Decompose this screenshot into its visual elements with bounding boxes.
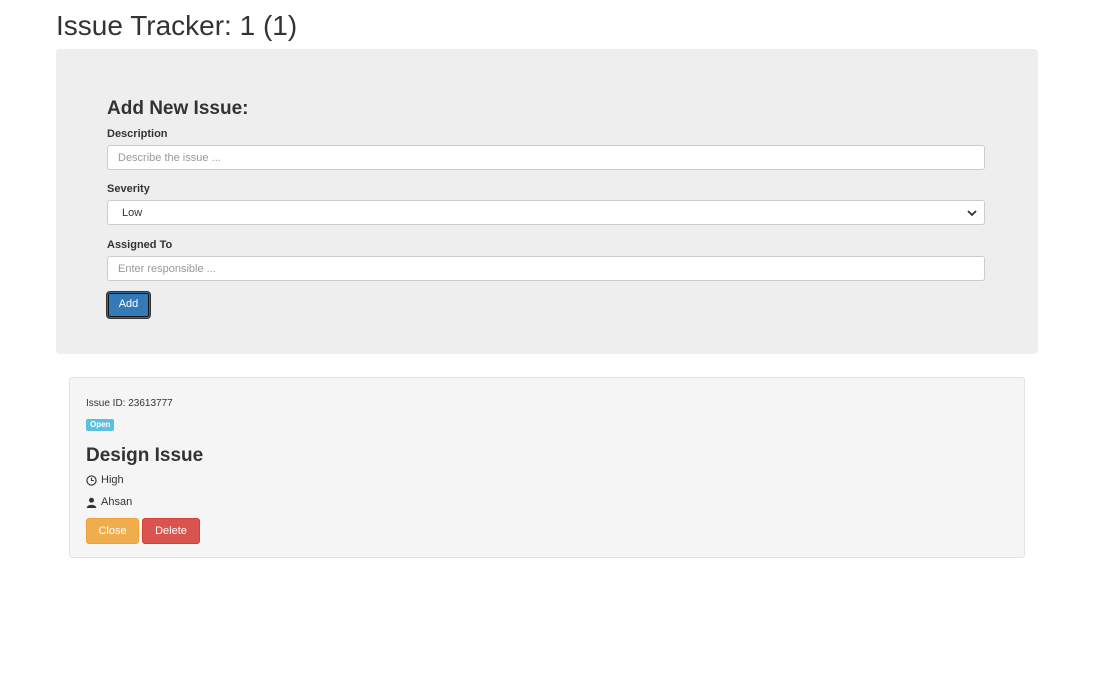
severity-selected-value: Low <box>122 207 143 219</box>
clock-icon <box>86 474 97 486</box>
add-issue-panel: Add New Issue: Description Severity Low … <box>56 49 1038 354</box>
status-badge: Open <box>86 419 115 431</box>
severity-row: High <box>86 474 124 486</box>
assignee-row: Ahsan <box>86 496 132 508</box>
issue-title: Design Issue <box>86 445 204 466</box>
assigned-to-input[interactable] <box>107 256 985 281</box>
assignee-name: Ahsan <box>101 496 133 508</box>
issue-id: Issue ID: 23613777 <box>86 398 173 409</box>
user-icon <box>86 497 97 508</box>
page-title: Issue Tracker: 1 (1) <box>56 10 298 41</box>
assigned-to-label: Assigned To <box>107 239 173 251</box>
form-heading: Add New Issue: <box>107 98 249 119</box>
delete-button[interactable]: Delete <box>142 518 200 544</box>
description-input[interactable] <box>107 145 985 170</box>
severity-value: High <box>101 474 124 486</box>
severity-label: Severity <box>107 183 150 195</box>
add-button[interactable]: Add <box>107 292 150 318</box>
issue-card: Issue ID: 23613777 Open Design Issue Hig… <box>69 377 1025 558</box>
close-button[interactable]: Close <box>86 518 139 544</box>
chevron-down-icon <box>967 210 977 217</box>
severity-select[interactable]: Low <box>107 200 985 225</box>
description-label: Description <box>107 128 168 140</box>
